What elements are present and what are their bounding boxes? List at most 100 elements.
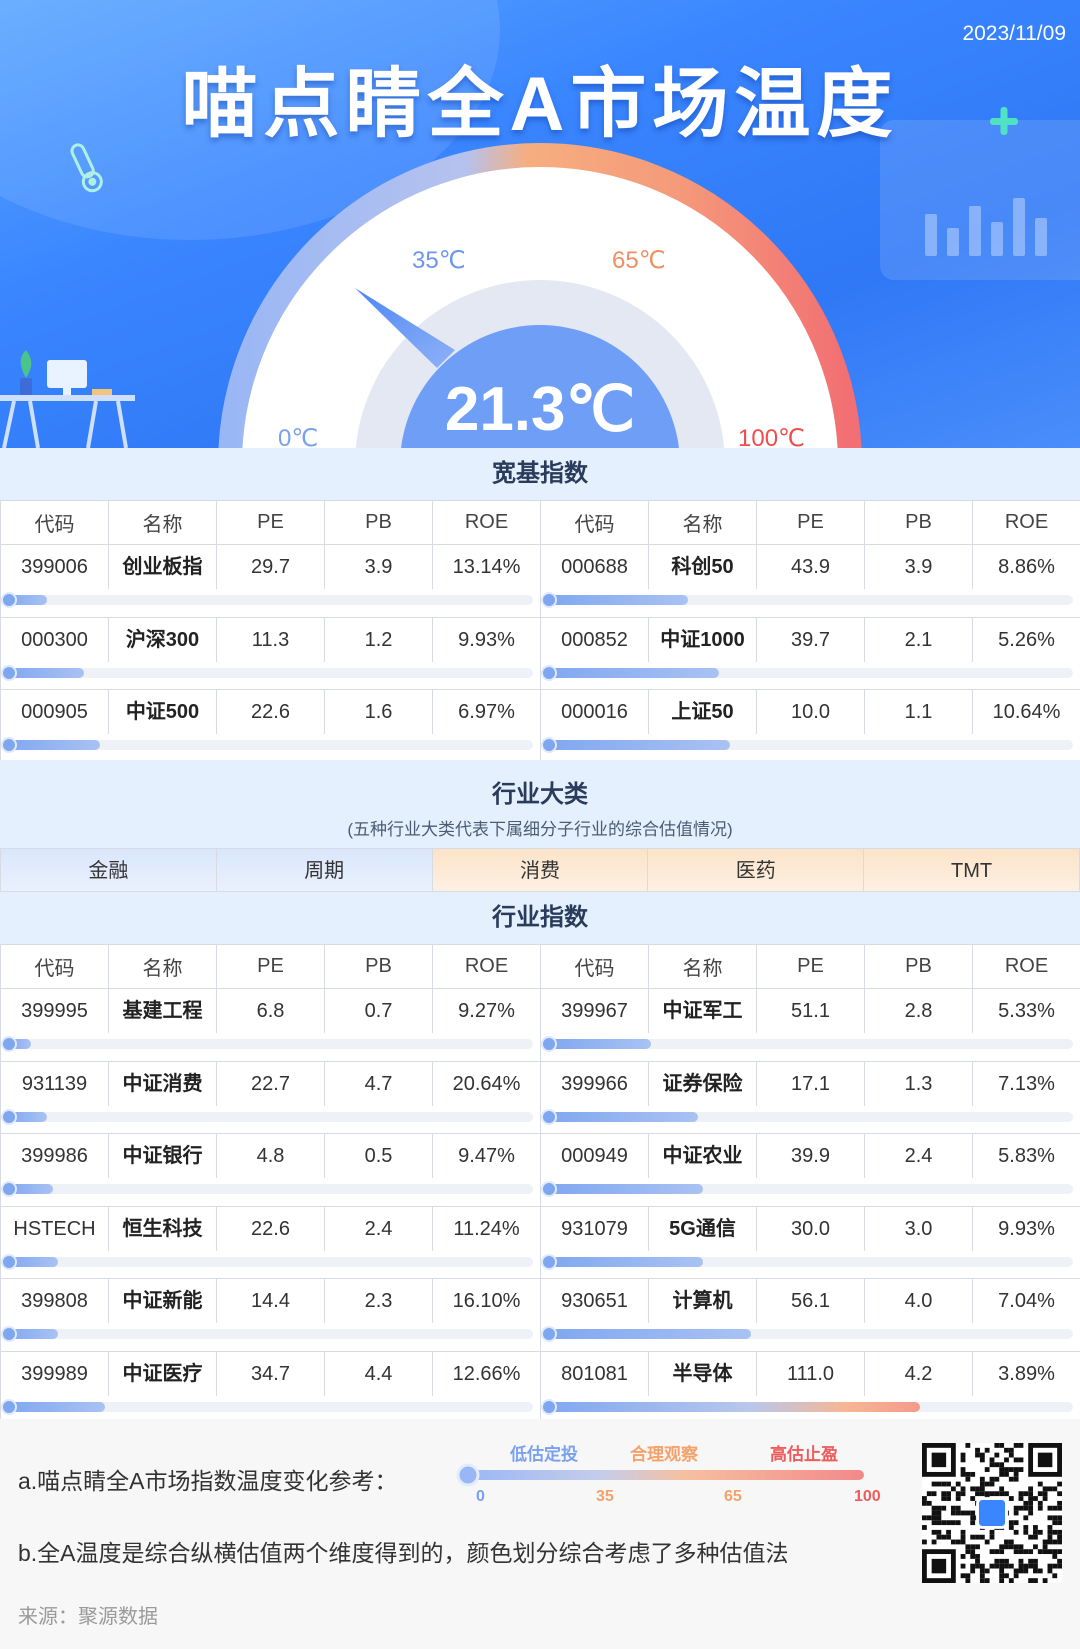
sector-name[interactable]: 中证银行 xyxy=(108,1133,217,1178)
sector-pb: 4.2 xyxy=(864,1350,973,1396)
sector-temp-cell xyxy=(540,1105,1080,1134)
sector-pb: 2.3 xyxy=(324,1278,433,1323)
sector-name[interactable]: 基建工程 xyxy=(108,988,217,1033)
broad-name[interactable]: 上证50 xyxy=(648,689,757,734)
sector-row[interactable]: HSTECH 恒生科技 22.6 2.4 11.24% 931079 5G通信 30.0 3.0… xyxy=(0,1205,1080,1251)
desk-illustration-icon xyxy=(0,350,135,448)
sector-temp-cell xyxy=(0,1250,541,1279)
sector-name[interactable]: 中证新能 xyxy=(108,1278,217,1323)
sector-class-band: 行业大类 (五种行业大类代表下属细分子行业的综合估值情况) xyxy=(0,760,1080,848)
temperature-bar-fill xyxy=(1,664,85,681)
sector-header-cell: PB xyxy=(324,944,433,989)
gauge-tick-65: 65℃ xyxy=(612,247,666,274)
sector-class-1[interactable]: 周期 xyxy=(216,848,433,892)
sector-temp-row xyxy=(0,1323,1080,1352)
sector-pb: 0.5 xyxy=(324,1133,433,1178)
temperature-bar-fill xyxy=(1,1253,58,1270)
sector-temp-cell xyxy=(540,1250,1080,1279)
sector-name[interactable]: 中证消费 xyxy=(108,1060,217,1106)
sector-name[interactable]: 半导体 xyxy=(648,1350,757,1396)
sector-name[interactable]: 计算机 xyxy=(648,1278,757,1323)
broad-pb: 1.2 xyxy=(324,616,433,662)
sector-index-band: 行业指数 xyxy=(0,892,1080,944)
sector-header-row: 代码 名称 PE PB ROE 代码 名称 PE PB ROE xyxy=(0,944,1080,989)
sector-class-2[interactable]: 消费 xyxy=(432,848,649,892)
sector-row[interactable]: 399986 中证银行 4.8 0.5 9.47% 000949 中证农业 39.9 2.4 5.… xyxy=(0,1133,1080,1178)
sector-roe: 7.04% xyxy=(972,1278,1080,1323)
temperature-bar-fill xyxy=(541,1181,704,1197)
temperature-bar-knob-icon xyxy=(1,664,17,681)
temperature-bar-track xyxy=(1,1036,533,1052)
temperature-bar-fill xyxy=(541,1108,699,1125)
temperature-bar-fill xyxy=(1,1326,58,1342)
temperature-bar-fill xyxy=(541,664,720,681)
sector-code: 399808 xyxy=(0,1278,109,1323)
broad-code: 000852 xyxy=(540,616,649,662)
sector-roe: 12.66% xyxy=(432,1350,541,1396)
temperature-bar-knob-icon xyxy=(1,1398,17,1415)
broad-roe: 10.64% xyxy=(972,689,1080,734)
sector-temp-row xyxy=(0,1105,1080,1134)
sector-pb: 2.4 xyxy=(324,1205,433,1251)
temperature-bar-fill xyxy=(1,1036,32,1052)
sector-header-cell: 代码 xyxy=(0,944,109,989)
sector-pe: 39.9 xyxy=(756,1133,865,1178)
source-label: 来源：聚源数据 xyxy=(18,1606,158,1628)
sector-temp-cell xyxy=(0,1323,541,1352)
sector-temp-cell xyxy=(0,1178,541,1207)
sector-name[interactable]: 中证农业 xyxy=(648,1133,757,1178)
temperature-bar-fill xyxy=(541,1253,704,1270)
broad-row[interactable]: 399006 创业板指 29.7 3.9 13.14% 000688 科创50 43.9 3.9… xyxy=(0,544,1080,589)
sector-name[interactable]: 5G通信 xyxy=(648,1205,757,1251)
sector-class-3[interactable]: 医药 xyxy=(648,848,865,892)
sector-class-subtitle: (五种行业大类代表下属细分子行业的综合估值情况) xyxy=(347,820,733,839)
note-b: b.全A温度是综合纵横估值两个维度得到的，颜色划分综合考虑了多种估值法 xyxy=(18,1540,789,1566)
sector-pe: 6.8 xyxy=(216,988,325,1033)
sector-row[interactable]: 399995 基建工程 6.8 0.7 9.27% 399967 中证军工 51.1 2.8 5.… xyxy=(0,988,1080,1033)
broad-index-title: 宽基指数 xyxy=(492,460,588,487)
temperature-bar-fill xyxy=(541,737,730,753)
sector-name[interactable]: 证券保险 xyxy=(648,1060,757,1106)
temperature-bar-track xyxy=(1,592,533,608)
broad-header-cell: PE xyxy=(756,500,865,545)
broad-header-cell: ROE xyxy=(972,500,1080,545)
sector-row[interactable]: 399808 中证新能 14.4 2.3 16.10% 930651 计算机 56.1 4.0 7… xyxy=(0,1278,1080,1323)
temperature-bar-knob-icon xyxy=(541,1253,557,1270)
sector-row[interactable]: 399989 中证医疗 34.7 4.4 12.66% 801081 半导体 111.0 4.2… xyxy=(0,1350,1080,1396)
broad-name[interactable]: 沪深300 xyxy=(108,616,217,662)
broad-name[interactable]: 中证1000 xyxy=(648,616,757,662)
sector-roe: 11.24% xyxy=(432,1205,541,1251)
broad-pb: 3.9 xyxy=(864,544,973,589)
sector-roe: 7.13% xyxy=(972,1060,1080,1106)
sector-name[interactable]: 中证军工 xyxy=(648,988,757,1033)
sector-name[interactable]: 中证医疗 xyxy=(108,1350,217,1396)
temperature-bar-track xyxy=(541,1181,1073,1197)
broad-roe: 8.86% xyxy=(972,544,1080,589)
temperature-bar-fill xyxy=(1,1181,53,1197)
broad-name[interactable]: 创业板指 xyxy=(108,544,217,589)
broad-row[interactable]: 000905 中证500 22.6 1.6 6.97% 000016 上证50 10.0 1.1… xyxy=(0,689,1080,734)
sector-header-cell: 代码 xyxy=(540,944,649,989)
temperature-bar-knob-icon xyxy=(541,1326,557,1342)
sector-code: 399967 xyxy=(540,988,649,1033)
broad-pe: 29.7 xyxy=(216,544,325,589)
sector-header-cell: PE xyxy=(756,944,865,989)
sector-temp-cell xyxy=(540,1178,1080,1207)
temperature-bar-fill xyxy=(541,592,688,608)
broad-row[interactable]: 000300 沪深300 11.3 1.2 9.93% 000852 中证1000 39.7 2… xyxy=(0,616,1080,662)
broad-pb: 2.1 xyxy=(864,616,973,662)
sector-index-title: 行业指数 xyxy=(492,904,588,931)
broad-temp-cell xyxy=(0,661,541,690)
sector-header-cell: 名称 xyxy=(648,944,757,989)
sector-pb: 1.3 xyxy=(864,1060,973,1106)
sector-class-4[interactable]: TMT xyxy=(864,848,1080,892)
qr-code-icon[interactable] xyxy=(922,1443,1062,1583)
sector-class-0[interactable]: 金融 xyxy=(0,848,217,892)
sector-row[interactable]: 931139 中证消费 22.7 4.7 20.64% 399966 证券保险 17.1 1.3… xyxy=(0,1060,1080,1106)
sector-name[interactable]: 恒生科技 xyxy=(108,1205,217,1251)
scale-label-low: 低估定投 xyxy=(510,1445,578,1464)
broad-name[interactable]: 科创50 xyxy=(648,544,757,589)
broad-pe: 22.6 xyxy=(216,689,325,734)
temperature-bar-knob-icon xyxy=(1,737,17,753)
broad-name[interactable]: 中证500 xyxy=(108,689,217,734)
